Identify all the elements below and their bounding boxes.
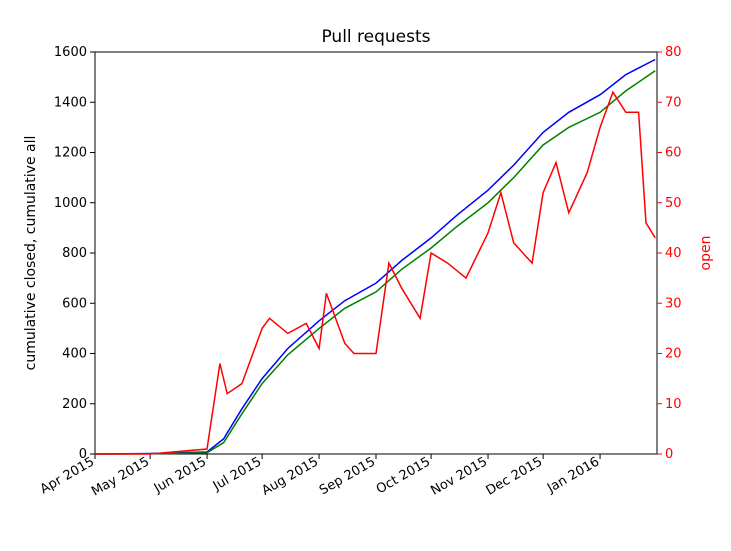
y-tick-right-label: 10 <box>665 397 682 412</box>
y-tick-left-label: 1600 <box>54 45 87 60</box>
x-tick-label: Nov 2015 <box>428 454 490 498</box>
y-tick-right-label: 40 <box>665 246 682 261</box>
x-tick-label: Dec 2015 <box>484 454 546 498</box>
chart-svg: Pull requests cumulative closed, cumulat… <box>0 0 731 551</box>
chart-title: Pull requests <box>321 27 430 47</box>
x-tick-label: Oct 2015 <box>374 454 433 497</box>
y-tick-right-label: 70 <box>665 95 682 110</box>
y-tick-right-label: 20 <box>665 347 682 362</box>
y-tick-right-label: 30 <box>665 296 682 311</box>
y-tick-right-label: 50 <box>665 196 682 211</box>
y-ticks-left: 02004006008001000120014001600 <box>54 45 95 462</box>
x-tick-label: Jun 2015 <box>151 454 209 496</box>
x-ticks: Apr 2015May 2015Jun 2015Jul 2015Aug 2015… <box>38 454 602 500</box>
x-tick-label: Sep 2015 <box>317 454 378 498</box>
y-axis-left-label: cumulative closed, cumulative all <box>23 136 39 371</box>
chart-container: Pull requests cumulative closed, cumulat… <box>0 0 731 551</box>
y-tick-left-label: 1000 <box>54 196 87 211</box>
y-tick-right-label: 0 <box>665 447 673 462</box>
y-tick-left-label: 1200 <box>54 146 87 161</box>
y-tick-left-label: 1400 <box>54 95 87 110</box>
x-tick-label: May 2015 <box>89 454 152 499</box>
y-tick-left-label: 600 <box>62 296 87 311</box>
y-tick-left-label: 800 <box>62 246 87 261</box>
y-ticks-right: 0 10 20 30 40 50 60 70 80 <box>657 45 682 462</box>
y-tick-left-label: 200 <box>62 397 87 412</box>
x-tick-label: Jul 2015 <box>210 454 264 494</box>
x-tick-label: Jan 2016 <box>544 454 602 496</box>
plot-area <box>95 52 657 454</box>
y-tick-right-label: 80 <box>665 45 682 60</box>
y-tick-right-label: 60 <box>665 146 682 161</box>
y-axis-right-label: open <box>698 236 714 271</box>
y-tick-left-label: 400 <box>62 347 87 362</box>
x-tick-label: Aug 2015 <box>259 454 321 498</box>
x-tick-label: Apr 2015 <box>38 454 97 497</box>
